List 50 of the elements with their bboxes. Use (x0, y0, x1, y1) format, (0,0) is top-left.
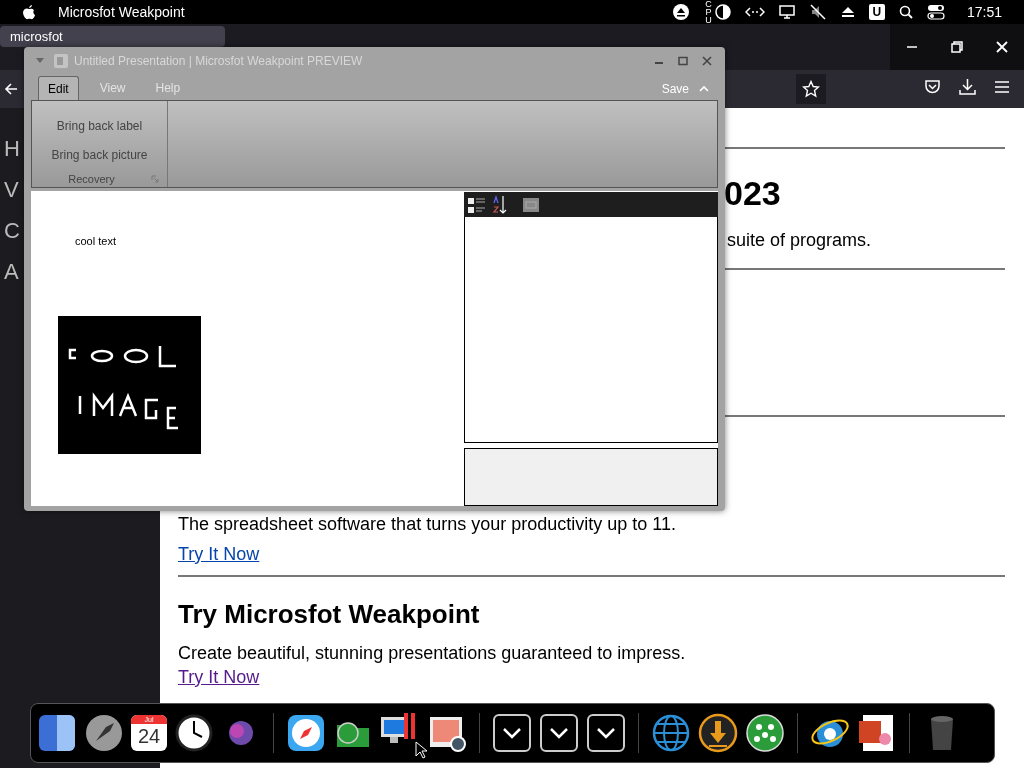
muted-speaker-icon[interactable] (808, 4, 827, 20)
property-pages-icon[interactable] (523, 197, 539, 212)
finder-icon[interactable] (37, 713, 77, 753)
toggle-icon[interactable] (926, 4, 945, 20)
browser-tab[interactable]: microsfot (0, 26, 225, 47)
clock[interactable]: 17:51 (966, 1, 1002, 23)
eject-icon[interactable] (840, 6, 855, 18)
monitor-icon[interactable] (778, 5, 795, 19)
sort-icon[interactable] (491, 194, 509, 215)
ribbon-button[interactable]: Bring back picture (51, 140, 148, 170)
clock-icon[interactable] (174, 713, 214, 753)
sidebar-text[interactable]: C (4, 217, 20, 244)
compass-icon[interactable] (286, 713, 326, 753)
cursor-icon (415, 741, 427, 759)
sidebar-text[interactable]: A (4, 258, 19, 285)
search-icon[interactable] (898, 5, 913, 19)
ribbon-button[interactable]: Bring back label (56, 112, 143, 141)
download-icon[interactable] (959, 78, 976, 95)
try-link[interactable]: Try It Now (178, 666, 260, 688)
sidebar-text[interactable]: H (4, 135, 20, 162)
maximize-icon[interactable] (677, 56, 689, 66)
section-text: Create beautiful, stunning presentations guaranteed to impress. (178, 642, 686, 664)
download-circle-icon[interactable] (698, 713, 738, 753)
back-arrow-icon[interactable] (4, 82, 18, 96)
ribbon-tab[interactable]: Edit (38, 76, 79, 100)
group-label: Recovery (68, 171, 115, 187)
globe-icon[interactable] (651, 713, 691, 753)
app-logo-icon (54, 54, 68, 68)
calendar-day: 24 (137, 724, 161, 748)
star-icon[interactable] (802, 80, 820, 98)
chevron-down-icon[interactable] (586, 713, 626, 753)
try-link[interactable]: Try It Now (178, 543, 260, 565)
canvas-text[interactable]: cool text (75, 233, 116, 250)
people-circle-icon[interactable] (745, 713, 785, 753)
app-name[interactable]: Microsfot Weakpoint (58, 1, 185, 23)
cpu-label: CPU (704, 0, 713, 24)
section-text: The spreadsheet software that turns your productivity up to 11. (178, 513, 676, 535)
chevron-down-icon[interactable] (539, 713, 579, 753)
menu-icon[interactable] (994, 79, 1010, 94)
section-title: Try Microsfot Weakpoint (178, 598, 480, 630)
eject-icon[interactable] (671, 3, 690, 21)
user-badge[interactable]: U (868, 4, 885, 20)
restore-icon[interactable] (951, 41, 963, 53)
code-icon[interactable] (744, 5, 765, 19)
chevron-down-icon[interactable] (492, 713, 532, 753)
pocket-icon[interactable] (924, 78, 941, 95)
apple-icon[interactable] (22, 4, 36, 20)
page-heading: 023 (724, 173, 781, 213)
sidebar-text[interactable]: V (4, 176, 19, 203)
page-text: suite of programs. (727, 229, 872, 251)
